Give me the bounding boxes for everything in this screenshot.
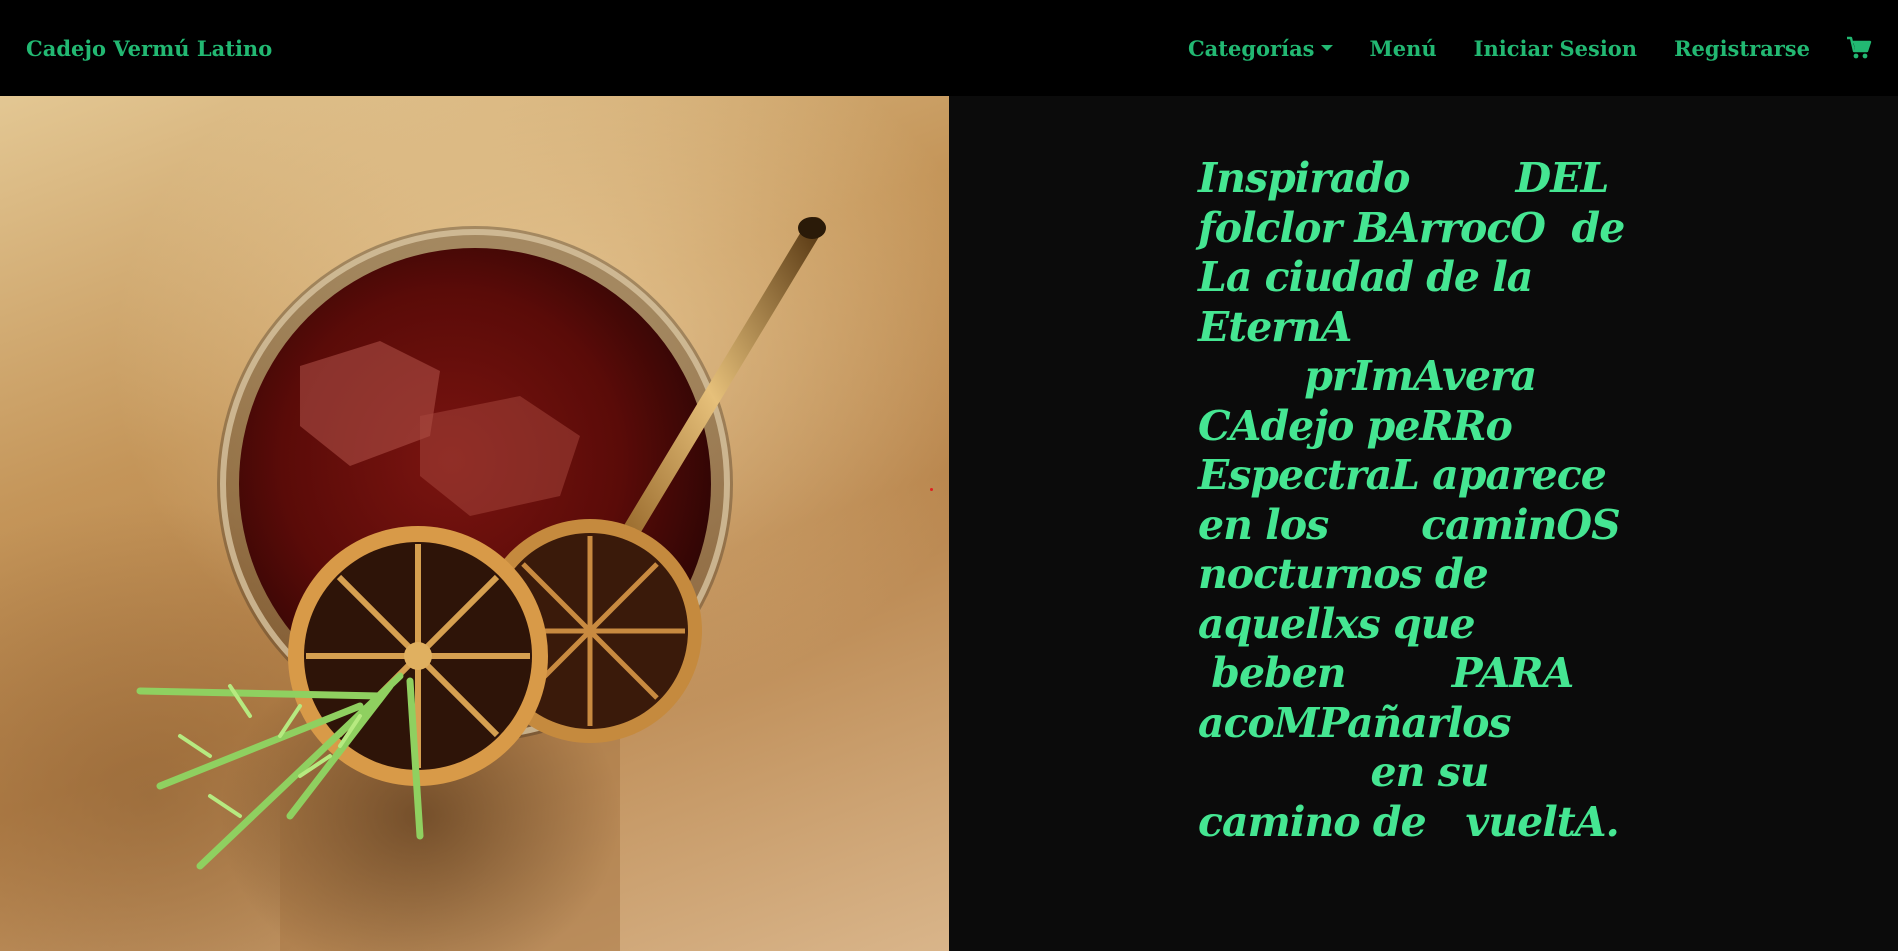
- poem-line: acoMPañarlos: [1198, 698, 1512, 747]
- nav-categories-dropdown[interactable]: Categorías: [1188, 36, 1333, 61]
- brand-link[interactable]: Cadejo Vermú Latino: [26, 36, 272, 61]
- poem-line: EternA: [1198, 302, 1353, 351]
- poem-line: en los caminOS: [1198, 500, 1621, 549]
- poem-line: EspectraL aparece: [1198, 451, 1607, 499]
- top-navbar: Cadejo Vermú Latino Categorías Menú Inic…: [0, 0, 1898, 96]
- nav-register-link[interactable]: Registrarse: [1674, 36, 1810, 61]
- cocktail-photo: [0, 96, 949, 951]
- poem-line: Inspirado DEL: [1198, 154, 1609, 202]
- nav-categories-label: Categorías: [1187, 35, 1315, 61]
- red-dot-marker: [930, 488, 933, 491]
- poem-line: CAdejo peRRo: [1198, 401, 1513, 450]
- nav-links: Categorías Menú Iniciar Sesion Registrar…: [1151, 36, 1872, 61]
- poem-line: en su: [1198, 748, 1490, 796]
- poem-line: camino de vueltA.: [1198, 797, 1620, 846]
- poem-line: prImAvera: [1198, 352, 1537, 400]
- poem-panel: Inspirado DEL folclor BArrocO de La ciud…: [949, 96, 1898, 951]
- shopping-cart-icon[interactable]: [1846, 36, 1872, 60]
- nav-menu-link[interactable]: Menú: [1370, 36, 1437, 61]
- poem-line: La ciudad de la: [1198, 253, 1533, 301]
- caret-down-icon: [1320, 45, 1333, 51]
- nav-login-link[interactable]: Iniciar Sesion: [1474, 36, 1637, 61]
- poem-line: beben PARA: [1198, 649, 1574, 697]
- poem-line: nocturnos de: [1198, 550, 1489, 598]
- poem-line: aquellxs que: [1198, 599, 1476, 648]
- poem-line: folclor BArrocO de: [1198, 203, 1625, 252]
- poem-text: Inspirado DEL folclor BArrocO de La ciud…: [1198, 154, 1638, 847]
